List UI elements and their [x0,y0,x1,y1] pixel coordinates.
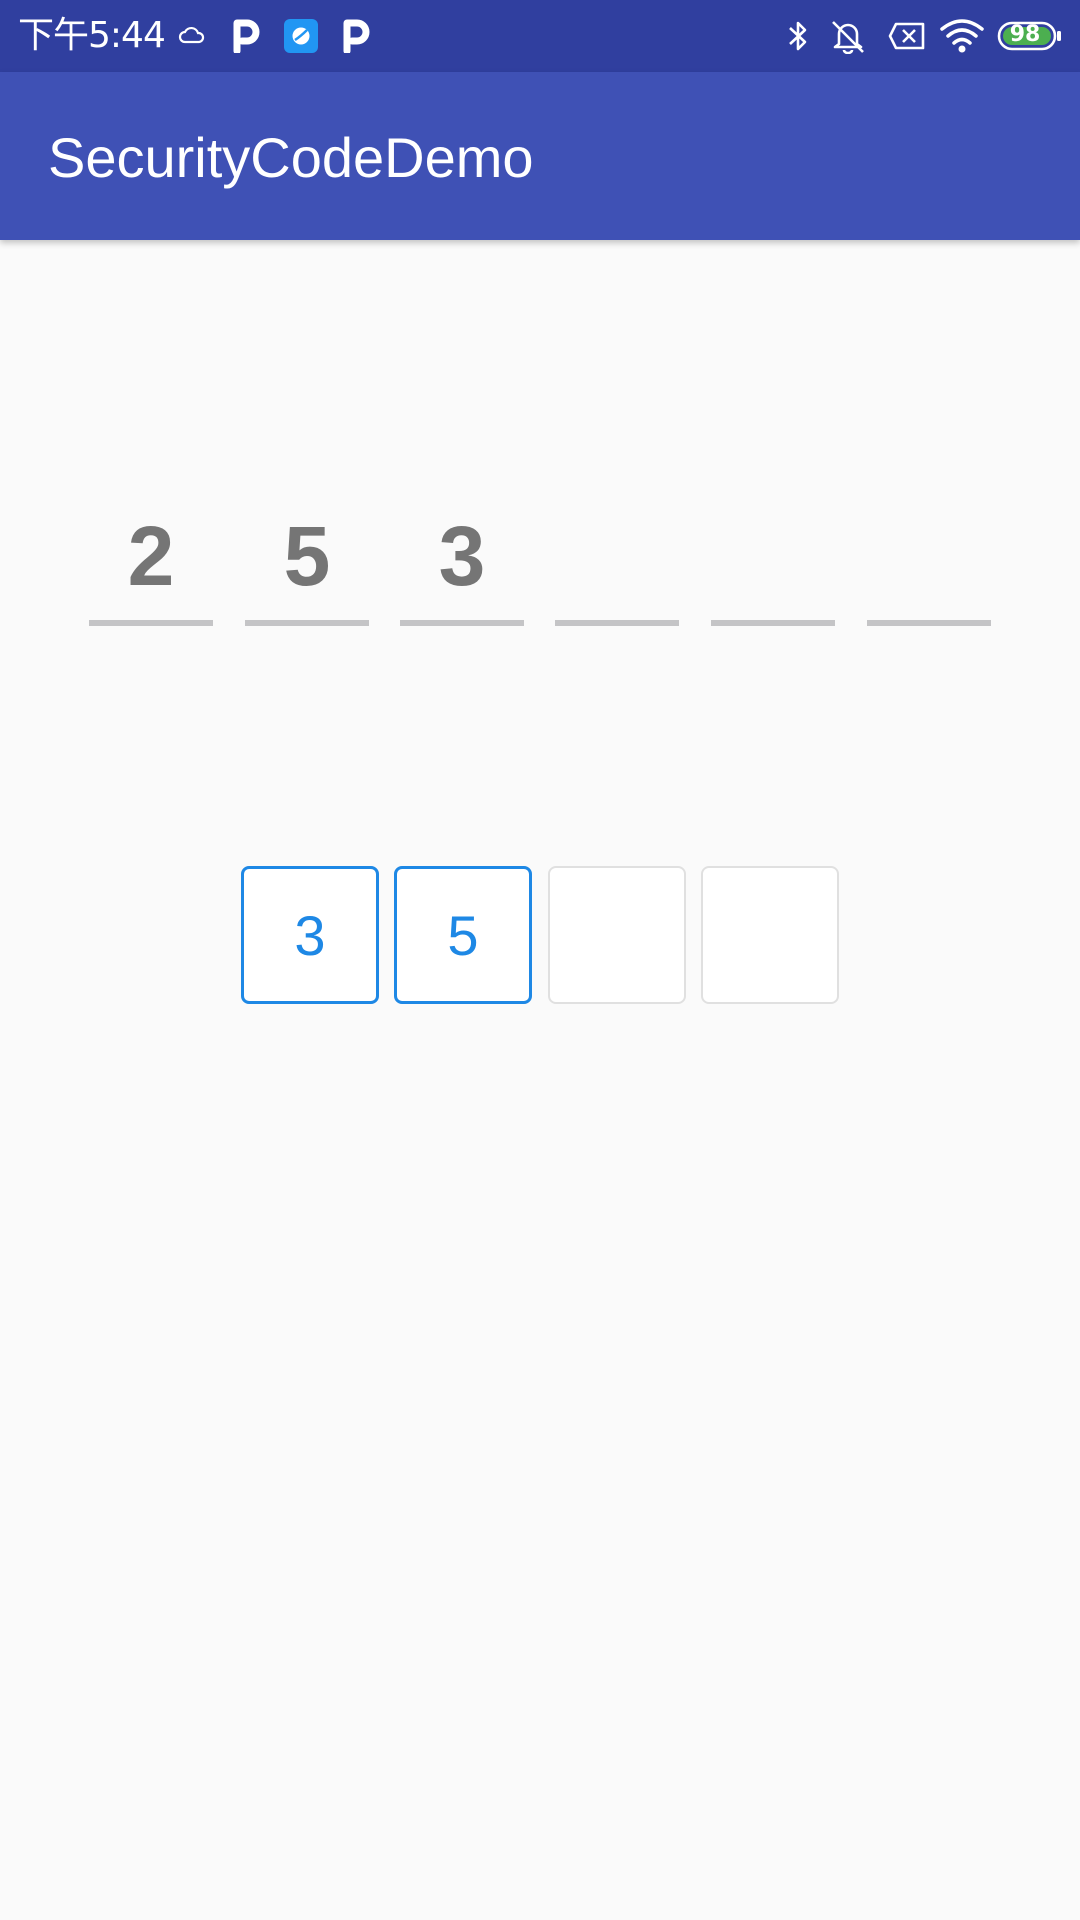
code-underline [89,620,213,626]
code-digit: 2 [127,509,175,603]
code-box-digit: 3 [294,903,326,967]
code-underline [245,620,369,626]
sim-none-icon [886,14,928,58]
code-box[interactable] [701,866,839,1004]
code-cell [711,500,835,626]
status-bar: 下午5:44 98 [0,0,1080,72]
wifi-icon [940,14,984,58]
code-digit: 3 [438,509,486,603]
battery-icon: 98 [996,14,1064,58]
code-underline [555,620,679,626]
code-underline [711,620,835,626]
parking-p-icon [340,14,372,58]
code-cell: 5 [245,500,369,626]
code-cell: 3 [400,500,524,626]
code-cell [867,500,991,626]
code-box-digit [703,868,837,1002]
code-box-digit: 5 [447,903,479,967]
code-cell: 2 [89,500,213,626]
code-cell [555,500,679,626]
code-box[interactable]: 5 [394,866,532,1004]
code-underline [400,620,524,626]
status-time: 下午5:44 [18,15,166,56]
code-digit: 5 [283,509,331,603]
code-box[interactable] [548,866,686,1004]
underline-code-input[interactable]: 2 5 3 [89,500,991,626]
app-bar: SecurityCodeDemo [0,72,1080,240]
code-box-digit [550,868,684,1002]
bell-off-icon [828,14,868,58]
battery-level-text: 98 [1009,22,1041,47]
parking-p-icon [230,14,262,58]
box-code-input[interactable]: 3 5 [241,866,839,1004]
cloud-icon [176,14,208,58]
code-underline [867,620,991,626]
code-box[interactable]: 3 [241,866,379,1004]
browser-app-icon [282,14,320,58]
app-title: SecurityCodeDemo [48,126,534,189]
bluetooth-icon [782,14,814,58]
